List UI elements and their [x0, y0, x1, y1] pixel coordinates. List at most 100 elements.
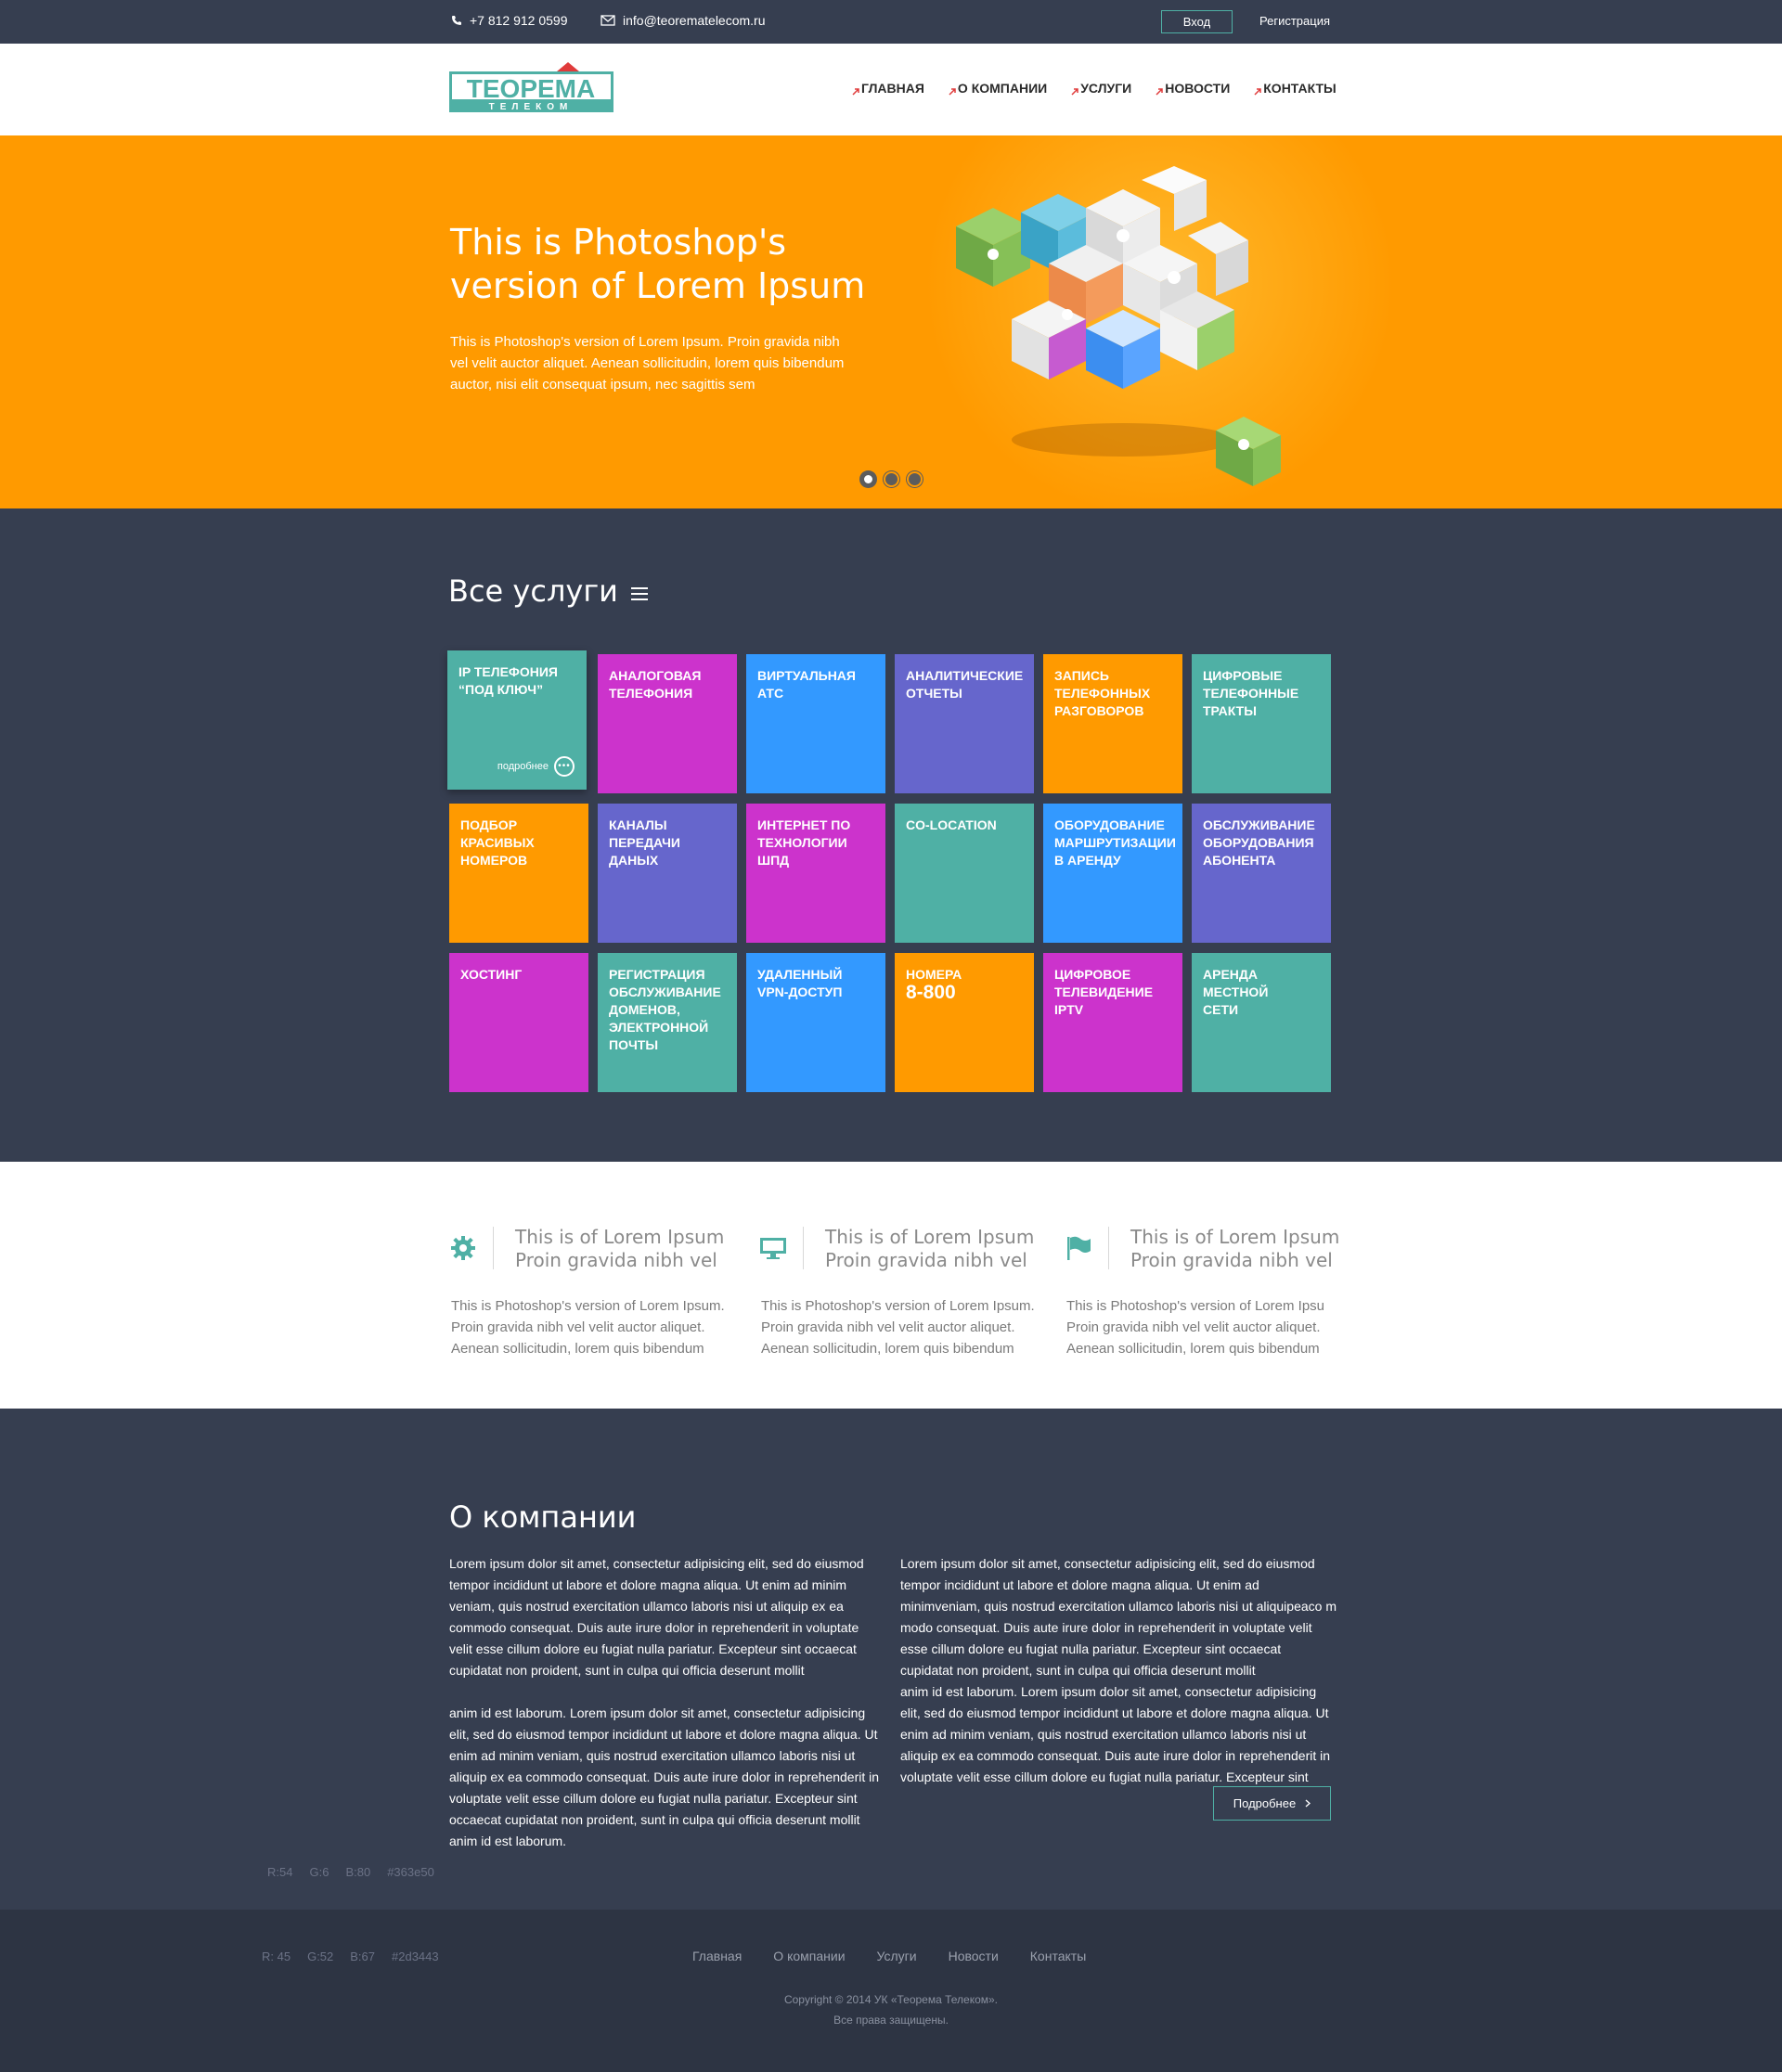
- service-tile-label: ВИРТУАЛЬНАЯ АТС: [757, 668, 856, 701]
- nav-news[interactable]: НОВОСТИ: [1156, 81, 1230, 96]
- services-title: Все услуги: [448, 573, 618, 609]
- service-tile-label: ЗАПИСЬ ТЕЛЕФОННЫХ РАЗГОВОРОВ: [1054, 668, 1151, 718]
- menu-icon[interactable]: [631, 587, 648, 600]
- nav-label: О КОМПАНИИ: [957, 81, 1048, 96]
- service-tile[interactable]: АРЕНДА МЕСТНОЙ СЕТИ: [1192, 953, 1331, 1092]
- service-tile[interactable]: ХОСТИНГ: [449, 953, 588, 1092]
- service-tile[interactable]: ОБСЛУЖИВАНИЕ ОБОРУДОВАНИЯ АБОНЕНТА: [1192, 804, 1331, 943]
- nav-home[interactable]: ГЛАВНАЯ: [852, 81, 924, 96]
- feature-divider: [493, 1227, 494, 1269]
- service-tile[interactable]: ЦИФРОВЫЕ ТЕЛЕФОННЫЕ ТРАКТЫ: [1192, 654, 1331, 793]
- service-tile-label: CO-LOCATION: [906, 817, 997, 832]
- service-tile-label: ЦИФРОВЫЕ ТЕЛЕФОННЫЕ ТРАКТЫ: [1203, 668, 1299, 718]
- logo[interactable]: ТЕОРЕМА ТЕЛЕКОМ: [449, 62, 613, 112]
- nav-services[interactable]: УСЛУГИ: [1071, 81, 1132, 96]
- feature-divider: [803, 1227, 804, 1269]
- feature-title-line1: This is of Lorem Ipsum: [1130, 1226, 1340, 1248]
- email-address: info@teorematelecom.ru: [623, 13, 766, 28]
- nav-contacts[interactable]: КОНТАКТЫ: [1254, 81, 1336, 96]
- about-section: О компании Lorem ipsum dolor sit amet, c…: [0, 1409, 1782, 1910]
- service-tile[interactable]: НОМЕРА 8-800: [895, 953, 1034, 1092]
- slider-dots: [860, 471, 923, 487]
- service-tile-label: ЦИФРОВОЕ ТЕЛЕВИДЕНИЕ IPTV: [1054, 967, 1154, 1017]
- footer-nav-services[interactable]: Услуги: [877, 1949, 917, 1963]
- footer-nav-contacts[interactable]: Контакты: [1030, 1949, 1086, 1963]
- tile-more-label: подробнее: [497, 760, 549, 772]
- slider-dot[interactable]: [884, 471, 899, 487]
- service-tile-label: ПОДБОР КРАСИВЫХ НОМЕРОВ: [460, 817, 535, 868]
- services-section: Все услуги IP ТЕЛЕФОНИЯ “ПОД КЛЮЧ” подроб…: [0, 508, 1782, 1162]
- site-header: ТЕОРЕМА ТЕЛЕКОМ ГЛАВНАЯ О КОМПАНИИ УСЛУГИ Н…: [0, 44, 1782, 135]
- hero-text: This is Photoshop's version of Lorem Ips…: [450, 334, 845, 393]
- feature-title-line2: Proin gravida nibh vel: [515, 1249, 717, 1271]
- nav-label: УСЛУГИ: [1080, 81, 1132, 96]
- service-tile-label: УДАЛЕННЫЙ VPN-ДОСТУП: [757, 967, 843, 999]
- flag-icon: [1065, 1234, 1092, 1262]
- envelope-icon: [600, 15, 615, 26]
- service-tile-label: КАНАЛЫ ПЕРЕДАЧИ ДАНЫХ: [609, 817, 680, 868]
- arrow-icon: [1156, 88, 1163, 96]
- hero-title: This is Photoshop's version of Lorem Ips…: [450, 222, 866, 306]
- footer-nav-home[interactable]: Главная: [692, 1949, 742, 1963]
- about-column-right: Lorem ipsum dolor sit amet, consectetur …: [900, 1556, 1336, 1784]
- service-tile-label: РЕГИСТРАЦИЯ ОБСЛУЖИВАНИЕ ДОМЕНОВ, ЭЛЕКТР…: [609, 967, 721, 1052]
- main-nav: ГЛАВНАЯ О КОМПАНИИ УСЛУГИ НОВОСТИ КОНТАКТЫ: [852, 81, 1336, 96]
- tile-more-link[interactable]: подробнее •••: [497, 756, 575, 777]
- phone-number: +7 812 912 0599: [470, 13, 568, 28]
- slider-dot[interactable]: [860, 471, 876, 487]
- feature-title: This is of Lorem Ipsum Proin gravida nibh…: [825, 1226, 1034, 1272]
- svg-text:ТЕЛЕКОМ: ТЕЛЕКОМ: [489, 102, 574, 112]
- service-tile[interactable]: ИНТЕРНЕТ ПО ТЕХНОЛОГИИ ШПД: [746, 804, 885, 943]
- service-tile-label: АНАЛОГОВАЯ ТЕЛЕФОНИЯ: [609, 668, 702, 701]
- about-column-left: Lorem ipsum dolor sit amet, consectetur …: [449, 1556, 880, 1848]
- service-tile[interactable]: ПОДБОР КРАСИВЫХ НОМЕРОВ: [449, 804, 588, 943]
- rights-text: Все права защищены.: [833, 2014, 949, 2027]
- service-tile[interactable]: АНАЛИТИЧЕСКИЕ ОТЧЕТЫ: [895, 654, 1034, 793]
- service-tile[interactable]: IP ТЕЛЕФОНИЯ “ПОД КЛЮЧ” подробнее •••: [447, 650, 587, 790]
- feature-title-line1: This is of Lorem Ipsum: [825, 1226, 1035, 1248]
- arrow-icon: [949, 88, 956, 96]
- hero-slider: This is Photoshop's version of Lorem Ips…: [0, 135, 1782, 508]
- feature-title-line1: This is of Lorem Ipsum: [515, 1226, 725, 1248]
- feature-title-line2: Proin gravida nibh vel: [1130, 1249, 1333, 1271]
- gear-icon: [449, 1234, 477, 1262]
- footer-nav-news[interactable]: Новости: [949, 1949, 999, 1963]
- arrow-icon: [852, 88, 859, 96]
- about-more-label: Подробнее: [1233, 1796, 1297, 1810]
- feature-divider: [1108, 1227, 1109, 1269]
- service-tile[interactable]: УДАЛЕННЫЙ VPN-ДОСТУП: [746, 953, 885, 1092]
- service-tile[interactable]: ОБОРУДОВАНИЕ МАРШРУТИЗАЦИИ В АРЕНДУ: [1043, 804, 1182, 943]
- feature-title-line2: Proin gravida nibh vel: [825, 1249, 1027, 1271]
- feature-title: This is of Lorem Ipsum Proin gravida nibh…: [515, 1226, 724, 1272]
- service-tile-label: IP ТЕЛЕФОНИЯ “ПОД КЛЮЧ”: [458, 664, 558, 697]
- service-tile[interactable]: ЗАПИСЬ ТЕЛЕФОННЫХ РАЗГОВОРОВ: [1043, 654, 1182, 793]
- email-contact[interactable]: info@teorematelecom.ru: [600, 13, 766, 28]
- service-tile[interactable]: CO-LOCATION: [895, 804, 1034, 943]
- service-tile-label: АНАЛИТИЧЕСКИЕ ОТЧЕТЫ: [906, 668, 1024, 701]
- chevron-right-icon: [1305, 1799, 1311, 1808]
- login-button[interactable]: Вход: [1161, 10, 1233, 33]
- cube-illustration: [956, 166, 1281, 486]
- about-more-button[interactable]: Подробнее: [1213, 1786, 1331, 1821]
- service-tile-number: 8-800: [906, 982, 956, 1003]
- slider-dot[interactable]: [907, 471, 923, 487]
- service-tile-label: ОБСЛУЖИВАНИЕ ОБОРУДОВАНИЯ АБОНЕНТА: [1203, 817, 1315, 868]
- service-tile[interactable]: ЦИФРОВОЕ ТЕЛЕВИДЕНИЕ IPTV: [1043, 953, 1182, 1092]
- service-tile[interactable]: РЕГИСТРАЦИЯ ОБСЛУЖИВАНИЕ ДОМЕНОВ, ЭЛЕКТР…: [598, 953, 737, 1092]
- nav-about[interactable]: О КОМПАНИИ: [949, 81, 1048, 96]
- footer-nav-about[interactable]: О компании: [773, 1949, 845, 1963]
- copyright: Copyright © 2014 УК «Теорема Телеком». В…: [0, 1989, 1782, 2030]
- service-tile[interactable]: АНАЛОГОВАЯ ТЕЛЕФОНИЯ: [598, 654, 737, 793]
- service-tile-label: ХОСТИНГ: [460, 967, 523, 982]
- more-dots-icon: •••: [554, 756, 575, 777]
- site-footer: R: 45 G:52 B:67 #2d3443 Главная О компани…: [0, 1910, 1782, 2072]
- service-tile[interactable]: КАНАЛЫ ПЕРЕДАЧИ ДАНЫХ: [598, 804, 737, 943]
- color-swatch-main: R:54 G:6 B:80 #363e50: [267, 1865, 434, 1879]
- feature-text: This is Photoshop's version of Lorem Ips…: [761, 1298, 1035, 1357]
- color-swatch-footer: R: 45 G:52 B:67 #2d3443: [262, 1950, 439, 1963]
- phone-contact[interactable]: +7 812 912 0599: [451, 13, 568, 28]
- services-grid: IP ТЕЛЕФОНИЯ “ПОД КЛЮЧ” подробнее ••• АНАЛО…: [447, 650, 1332, 1092]
- features-section: This is of Lorem Ipsum Proin gravida nibh…: [0, 1162, 1782, 1409]
- register-link[interactable]: Регистрация: [1259, 14, 1330, 28]
- service-tile[interactable]: ВИРТУАЛЬНАЯ АТС: [746, 654, 885, 793]
